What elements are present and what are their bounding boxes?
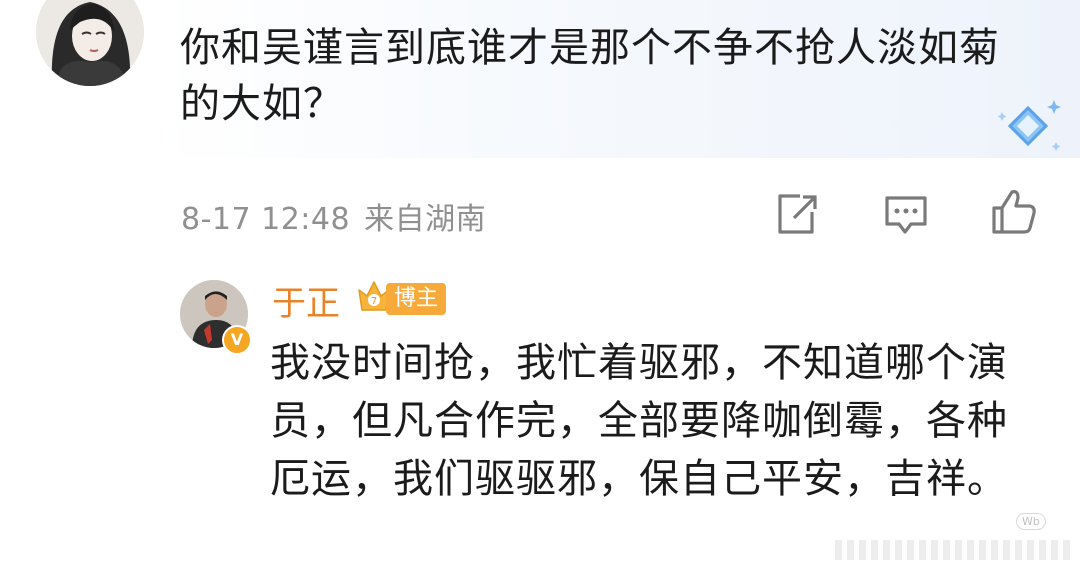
comment-location: 来自湖南 — [364, 202, 487, 237]
replier-name[interactable]: 于正 — [272, 276, 340, 325]
diamond-sparkle-icon — [994, 98, 1066, 162]
share-icon[interactable] — [772, 190, 822, 240]
watermark-strip — [835, 540, 1075, 560]
commenter-avatar-image — [36, 0, 144, 86]
blogger-tag: 博主 — [386, 283, 447, 315]
reply-text: 我没时间抢，我忙着驱邪，不知道哪个演员，但凡合作完，全部要降咖倒霉，各种厄运，我… — [270, 340, 1008, 502]
comment-date: 8-17 12:48 — [181, 202, 351, 237]
like-icon[interactable] — [988, 186, 1040, 238]
comment-icon[interactable] — [881, 190, 931, 240]
verified-v-icon: V — [222, 325, 252, 355]
commenter-avatar[interactable] — [36, 0, 144, 86]
comment-meta: 8-17 12:48 来自湖南 — [181, 194, 500, 238]
comment-text: 你和吴谨言到底谁才是那个不争不抢人淡如菊的大如？ — [180, 25, 1000, 127]
svg-text:7: 7 — [371, 296, 377, 307]
watermark-mark: Wb — [1016, 513, 1046, 530]
